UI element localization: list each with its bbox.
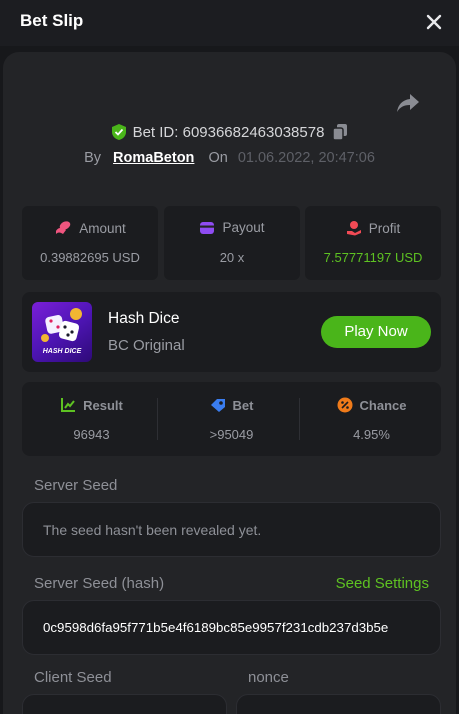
username-link[interactable]: RomaBeton bbox=[113, 150, 194, 166]
on-label: On bbox=[208, 150, 228, 166]
chance-label: Chance bbox=[359, 397, 407, 413]
profit-hand-icon bbox=[346, 221, 361, 236]
bet-datetime: 01.06.2022, 20:47:06 bbox=[237, 150, 375, 166]
bet-value: >95049 bbox=[209, 427, 254, 442]
bet-author-row: By RomaBeton On 01.06.2022, 20:47:06 bbox=[0, 150, 459, 166]
bet-tag-icon bbox=[210, 399, 225, 412]
percent-icon bbox=[337, 397, 353, 413]
close-icon bbox=[426, 14, 442, 30]
chance-column: Chance 4.95% bbox=[302, 382, 441, 456]
coins-icon bbox=[56, 221, 71, 234]
amount-value: 0.39882695 USD bbox=[40, 250, 140, 265]
nonce-field[interactable] bbox=[236, 694, 441, 714]
seed-settings-link[interactable]: Seed Settings bbox=[336, 575, 429, 592]
server-seed-hash-field[interactable]: 0c9598d6fa95f771b5e4f6189bc85e9957f231cd… bbox=[22, 600, 441, 655]
server-seed-hash-label: Server Seed (hash) bbox=[34, 575, 165, 592]
by-label: By bbox=[84, 150, 102, 166]
copy-icon[interactable] bbox=[332, 123, 348, 141]
bet-label: Bet bbox=[232, 397, 254, 413]
divider bbox=[157, 398, 158, 440]
server-seed-value: The seed hasn't been revealed yet. bbox=[43, 522, 262, 538]
bet-slip-header: Bet Slip bbox=[0, 0, 459, 46]
amount-label: Amount bbox=[79, 220, 126, 236]
game-provider: BC Original bbox=[108, 337, 185, 354]
play-now-button[interactable]: Play Now bbox=[321, 316, 431, 348]
close-button[interactable] bbox=[421, 9, 447, 35]
profit-label: Profit bbox=[368, 220, 401, 236]
server-seed-field[interactable]: The seed hasn't been revealed yet. bbox=[22, 502, 441, 557]
result-value: 96943 bbox=[73, 427, 110, 442]
payout-value: 20 x bbox=[219, 250, 245, 265]
result-chart-icon bbox=[61, 398, 76, 412]
server-seed-hash-value: 0c9598d6fa95f771b5e4f6189bc85e9957f231cd… bbox=[43, 620, 389, 635]
client-seed-field[interactable] bbox=[22, 694, 227, 714]
share-arrow-icon bbox=[397, 94, 419, 112]
result-label: Result bbox=[83, 397, 123, 413]
profit-stat: Profit 7.57771197 USD bbox=[305, 206, 441, 280]
game-thumbnail[interactable]: HASH DICE bbox=[32, 302, 92, 362]
chance-value: 4.95% bbox=[353, 427, 390, 442]
profit-value: 7.57771197 USD bbox=[323, 250, 423, 265]
game-card: HASH DICE Hash Dice BC Original Play Now bbox=[22, 292, 441, 372]
amount-stat: Amount 0.39882695 USD bbox=[22, 206, 158, 280]
wallet-icon bbox=[200, 221, 215, 234]
bet-id-row: Bet ID: 60936682463038578 bbox=[0, 123, 459, 141]
share-button[interactable] bbox=[395, 92, 423, 116]
game-name: Hash Dice bbox=[108, 310, 180, 327]
client-seed-label: Client Seed bbox=[34, 669, 112, 686]
bet-id: Bet ID: 60936682463038578 bbox=[132, 123, 325, 141]
game-thumbnail-text: HASH DICE bbox=[42, 348, 82, 355]
payout-stat: Payout 20 x bbox=[164, 206, 300, 280]
bet-column: Bet >95049 bbox=[162, 382, 301, 456]
bet-result-card: Result 96943 Bet >95049 Chance 4.95% bbox=[22, 382, 441, 456]
payout-label: Payout bbox=[222, 220, 265, 235]
bet-slip-title: Bet Slip bbox=[20, 11, 84, 30]
server-seed-label: Server Seed bbox=[34, 477, 118, 494]
nonce-label: nonce bbox=[248, 669, 289, 686]
result-column: Result 96943 bbox=[22, 382, 161, 456]
verified-shield-icon bbox=[111, 124, 126, 140]
divider bbox=[299, 398, 300, 440]
